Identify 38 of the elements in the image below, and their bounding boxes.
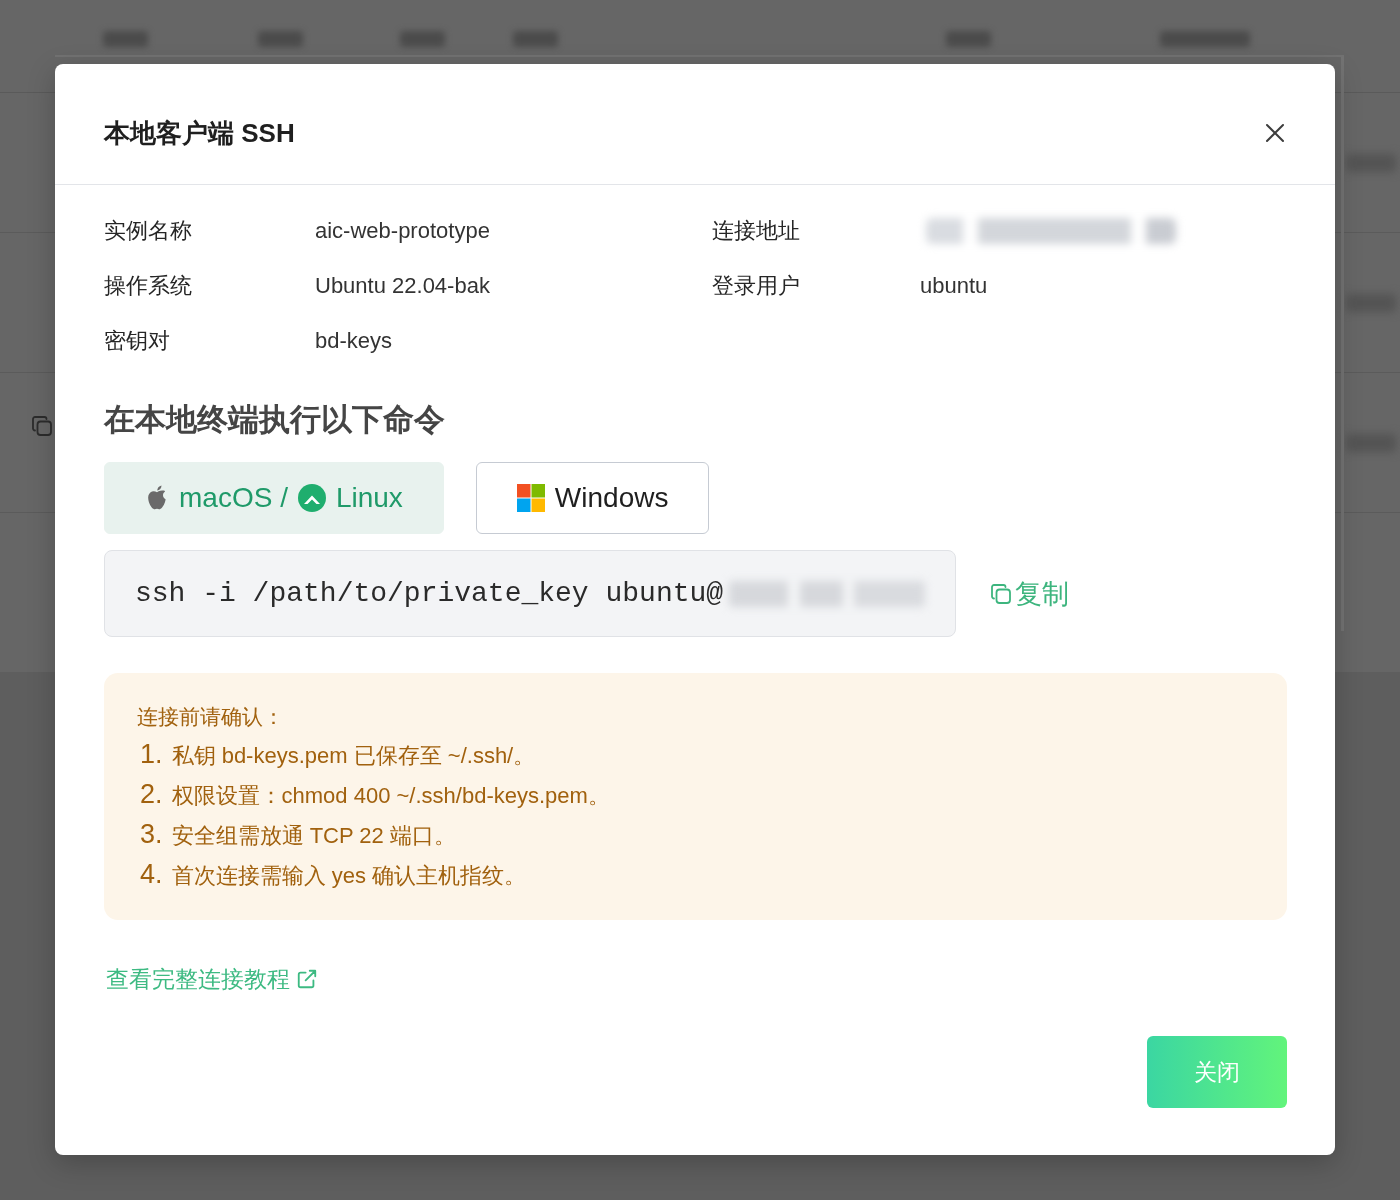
close-icon bbox=[1265, 123, 1285, 143]
close-button[interactable]: 关闭 bbox=[1147, 1036, 1287, 1108]
mountain-icon bbox=[297, 484, 326, 512]
info-value: aic-web-prototype bbox=[315, 217, 491, 245]
tutorial-link[interactable]: 查看完整连接教程 bbox=[106, 964, 318, 994]
blurred-column-header bbox=[400, 31, 445, 47]
dialog-title: 本地客户端 SSH bbox=[104, 117, 295, 150]
blurred-column-header bbox=[103, 31, 148, 47]
external-link-icon bbox=[296, 968, 318, 990]
command-text: ssh -i /path/to/private_key ubuntu@ bbox=[135, 578, 724, 609]
step-text: 权限设置：chmod 400 ~/.ssh/bd-keys.pem。 bbox=[171, 782, 610, 810]
step-number: 3. bbox=[140, 818, 163, 851]
apple-icon bbox=[145, 484, 169, 512]
info-label: 密钥对 bbox=[104, 327, 171, 355]
blurred-column-header bbox=[946, 31, 991, 47]
copy-button[interactable]: 复制 bbox=[989, 575, 1069, 612]
blurred-column-header bbox=[258, 31, 303, 47]
copy-icon bbox=[30, 414, 54, 438]
blurred-column-header bbox=[513, 31, 558, 47]
step-number: 1. bbox=[140, 738, 163, 771]
info-label: 实例名称 bbox=[104, 217, 193, 245]
info-value: ubuntu bbox=[920, 272, 989, 300]
four-squares-icon bbox=[516, 484, 545, 512]
step-number: 4. bbox=[140, 858, 163, 891]
os-tab[interactable]: Windows bbox=[475, 462, 710, 534]
section-heading: 在本地终端执行以下命令 bbox=[104, 401, 446, 439]
info-label: 连接地址 bbox=[712, 217, 801, 245]
notice-title: 连接前请确认： bbox=[137, 704, 285, 730]
info-label: 登录用户 bbox=[712, 272, 801, 300]
os-tab[interactable]: macOS / Linux bbox=[104, 462, 444, 534]
copy-icon bbox=[989, 581, 1013, 606]
step-text: 首次连接需输入 yes 确认主机指纹。 bbox=[171, 862, 526, 890]
info-label: 操作系统 bbox=[104, 272, 193, 300]
info-value: bd-keys bbox=[315, 327, 394, 355]
step-text: 安全组需放通 TCP 22 端口。 bbox=[171, 822, 456, 850]
info-value: Ubuntu 22.04-bak bbox=[315, 272, 491, 300]
step-number: 2. bbox=[140, 778, 163, 811]
step-text: 私钥 bd-keys.pem 已保存至 ~/.ssh/。 bbox=[171, 742, 536, 770]
